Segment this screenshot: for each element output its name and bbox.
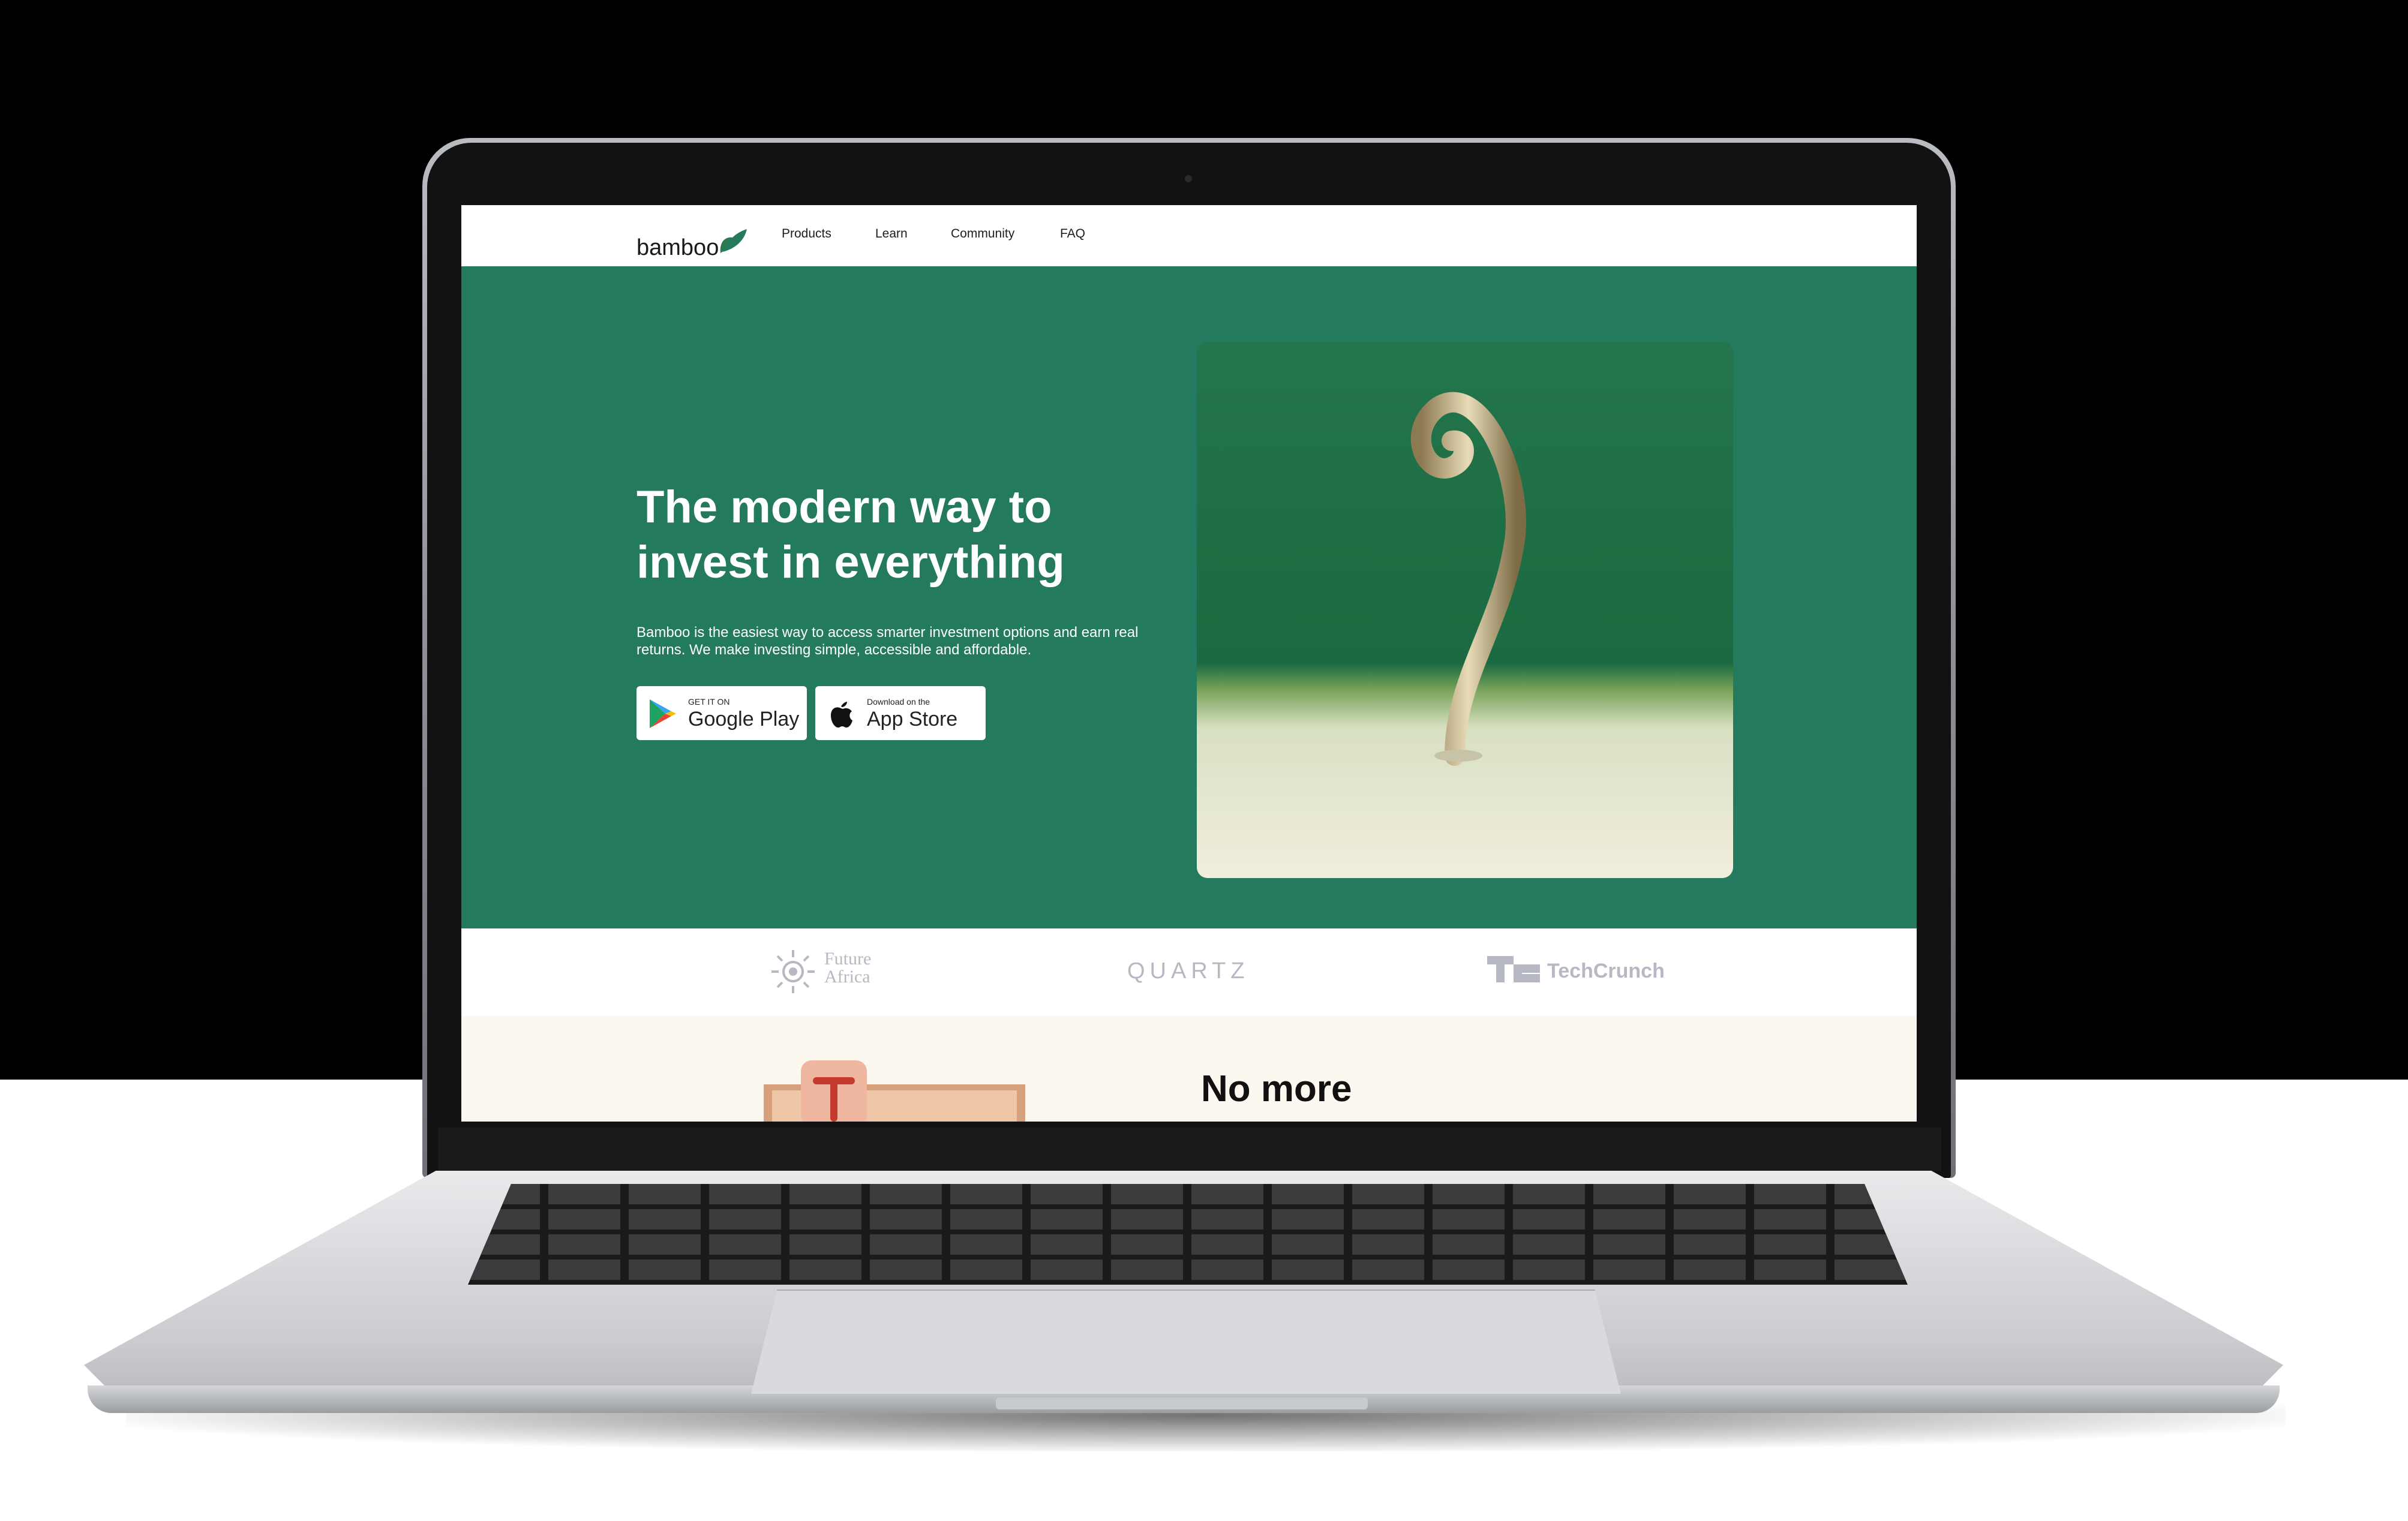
sun-icon: [771, 950, 815, 993]
hero-fern-image: [1197, 342, 1733, 878]
key-row: [468, 1260, 1908, 1280]
techcrunch-logo: TechCrunch: [1487, 956, 1665, 985]
feature-title: No more: [1201, 1068, 1352, 1110]
google-play-icon: [650, 699, 676, 728]
leaf-icon: [720, 229, 747, 253]
browser-screen: bamboo Products Learn Community FAQ The …: [461, 205, 1917, 1122]
nav-faq[interactable]: FAQ: [1060, 227, 1085, 241]
bamboo-logo[interactable]: bamboo: [636, 227, 756, 260]
future-africa-line2: Africa: [824, 967, 870, 987]
future-africa-line1: Future: [824, 949, 872, 969]
screen-chin: [438, 1128, 1941, 1171]
key-row: [468, 1234, 1908, 1255]
apple-icon: [831, 702, 852, 728]
google-play-small: GET IT ON: [688, 697, 730, 707]
google-play-label: Google Play: [688, 708, 800, 731]
app-store-label: App Store: [867, 708, 958, 731]
nav-products[interactable]: Products: [782, 227, 831, 241]
trackpad: [751, 1289, 1621, 1394]
techcrunch-text: TechCrunch: [1547, 960, 1665, 982]
feature-section: No more: [461, 1016, 1917, 1122]
google-play-button[interactable]: GET IT ON Google Play: [636, 686, 807, 740]
hero-title: The modern way to invest in everything: [636, 482, 1065, 588]
tc-icon: [1487, 956, 1540, 982]
key-row: [468, 1184, 1908, 1204]
key-row: [468, 1209, 1908, 1230]
top-nav: bamboo Products Learn Community FAQ: [461, 205, 1917, 266]
nav-community[interactable]: Community: [951, 227, 1014, 241]
nav-learn[interactable]: Learn: [875, 227, 908, 241]
logo-text: bamboo: [636, 235, 719, 260]
stock-card-image: [764, 1060, 1025, 1122]
quartz-logo: QUARTZ: [1127, 958, 1250, 984]
app-store-small: Download on the: [867, 697, 930, 707]
press-logos: Future Africa QUARTZ TechCrunch: [461, 928, 1917, 1016]
keyboard: [468, 1184, 1908, 1285]
hero-section: The modern way to invest in everything B…: [461, 266, 1917, 928]
laptop-notch: [996, 1397, 1368, 1409]
hero-description: Bamboo is the easiest way to access smar…: [636, 624, 1139, 658]
future-africa-logo: Future Africa: [770, 949, 884, 994]
webcam-icon: [1185, 175, 1192, 182]
app-store-button[interactable]: Download on the App Store: [815, 686, 986, 740]
